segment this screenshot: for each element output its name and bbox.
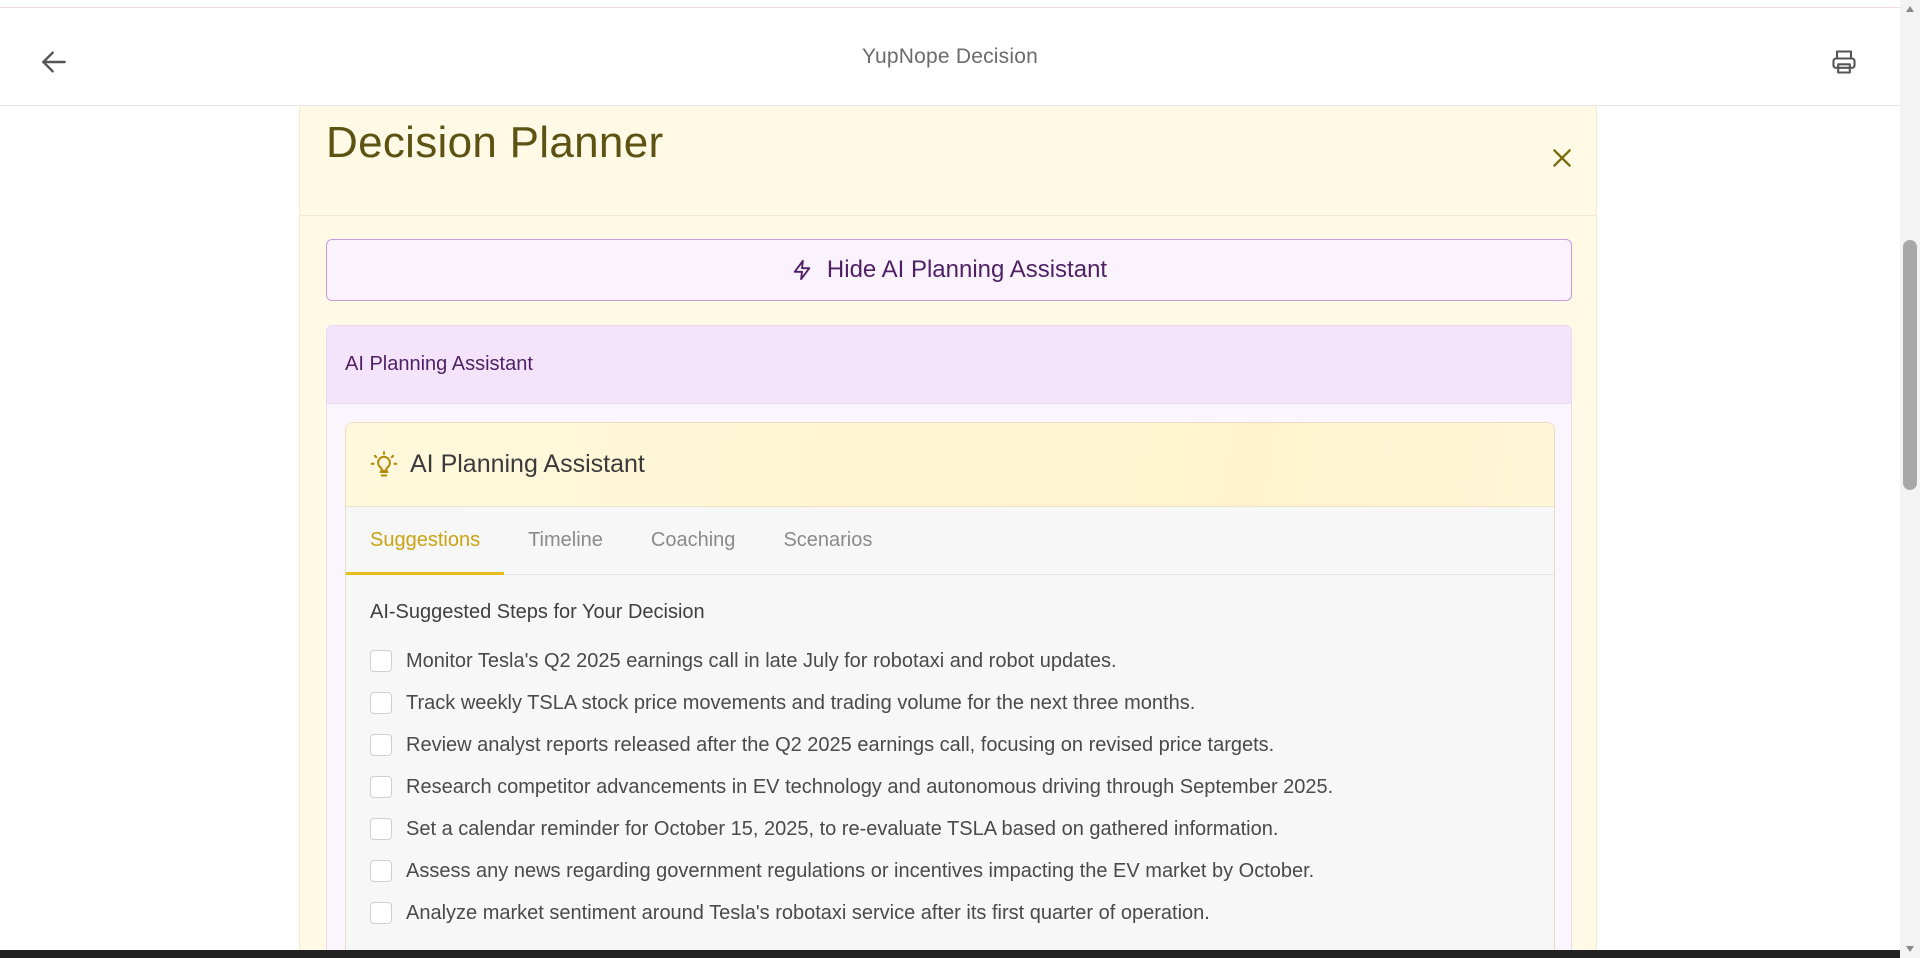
step-item: Assess any news regarding government reg… — [370, 850, 1530, 892]
app-header: YupNope Decision — [0, 8, 1900, 106]
top-strip — [0, 0, 1900, 8]
scrollbar-thumb[interactable] — [1903, 240, 1917, 490]
step-checkbox[interactable] — [370, 734, 392, 756]
tab-suggestions[interactable]: Suggestions — [346, 507, 505, 575]
ai-assistant-section: AI Planning Assistant AI Planning Assist… — [326, 325, 1572, 958]
arrow-left-icon — [42, 51, 66, 73]
step-checkbox[interactable] — [370, 776, 392, 798]
close-icon — [1553, 149, 1571, 167]
step-item: Track weekly TSLA stock price movements … — [370, 682, 1530, 724]
ai-assistant-card-header: AI Planning Assistant — [346, 423, 1554, 507]
lightning-icon — [793, 259, 811, 281]
bottom-bar — [0, 950, 1900, 958]
scroll-down-arrow-icon[interactable] — [1900, 940, 1920, 958]
assistant-tabs: Suggestions Timeline Coaching Scenarios — [346, 507, 1554, 575]
tab-scenarios[interactable]: Scenarios — [759, 507, 896, 574]
vertical-scrollbar[interactable] — [1900, 0, 1920, 958]
step-item: Monitor Tesla's Q2 2025 earnings call in… — [370, 640, 1530, 682]
back-button[interactable] — [36, 44, 72, 80]
step-text: Review analyst reports released after th… — [406, 733, 1275, 756]
step-text: Track weekly TSLA stock price movements … — [406, 691, 1196, 714]
step-text: Monitor Tesla's Q2 2025 earnings call in… — [406, 649, 1117, 672]
print-button[interactable] — [1826, 44, 1862, 80]
tab-timeline[interactable]: Timeline — [504, 507, 627, 574]
step-text: Research competitor advancements in EV t… — [406, 775, 1334, 798]
step-item: Analyze market sentiment around Tesla's … — [370, 892, 1530, 934]
step-checkbox[interactable] — [370, 860, 392, 882]
step-text: Assess any news regarding government reg… — [406, 859, 1315, 882]
hide-ai-assistant-button[interactable]: Hide AI Planning Assistant — [326, 239, 1572, 301]
step-checkbox[interactable] — [370, 650, 392, 672]
step-item: Research competitor advancements in EV t… — [370, 766, 1530, 808]
planner-header: Decision Planner — [300, 106, 1596, 216]
step-item: Set a calendar reminder for October 15, … — [370, 808, 1530, 850]
printer-icon — [1832, 50, 1856, 74]
hide-ai-assistant-label: Hide AI Planning Assistant — [826, 256, 1108, 283]
close-button[interactable] — [1544, 140, 1580, 176]
step-text: Analyze market sentiment around Tesla's … — [406, 901, 1210, 924]
planner-title: Decision Planner — [326, 118, 664, 167]
ai-assistant-card-title: AI Planning Assistant — [410, 450, 645, 478]
lightbulb-icon — [370, 450, 398, 477]
step-item: Review analyst reports released after th… — [370, 724, 1530, 766]
step-checkbox[interactable] — [370, 818, 392, 840]
ai-assistant-card: AI Planning Assistant Suggestions Timeli… — [345, 422, 1555, 958]
step-checkbox[interactable] — [370, 692, 392, 714]
ai-assistant-section-header: AI Planning Assistant — [327, 326, 1571, 404]
suggested-steps: AI-Suggested Steps for Your Decision Mon… — [346, 575, 1554, 934]
app-title: YupNope Decision — [862, 44, 1038, 68]
decision-planner-panel: Decision Planner Hide AI Planning Assist… — [299, 106, 1597, 958]
tab-coaching[interactable]: Coaching — [627, 507, 760, 574]
step-text: Set a calendar reminder for October 15, … — [406, 817, 1279, 840]
step-checkbox[interactable] — [370, 902, 392, 924]
scroll-up-arrow-icon[interactable] — [1900, 0, 1920, 18]
suggested-steps-title: AI-Suggested Steps for Your Decision — [370, 601, 705, 623]
